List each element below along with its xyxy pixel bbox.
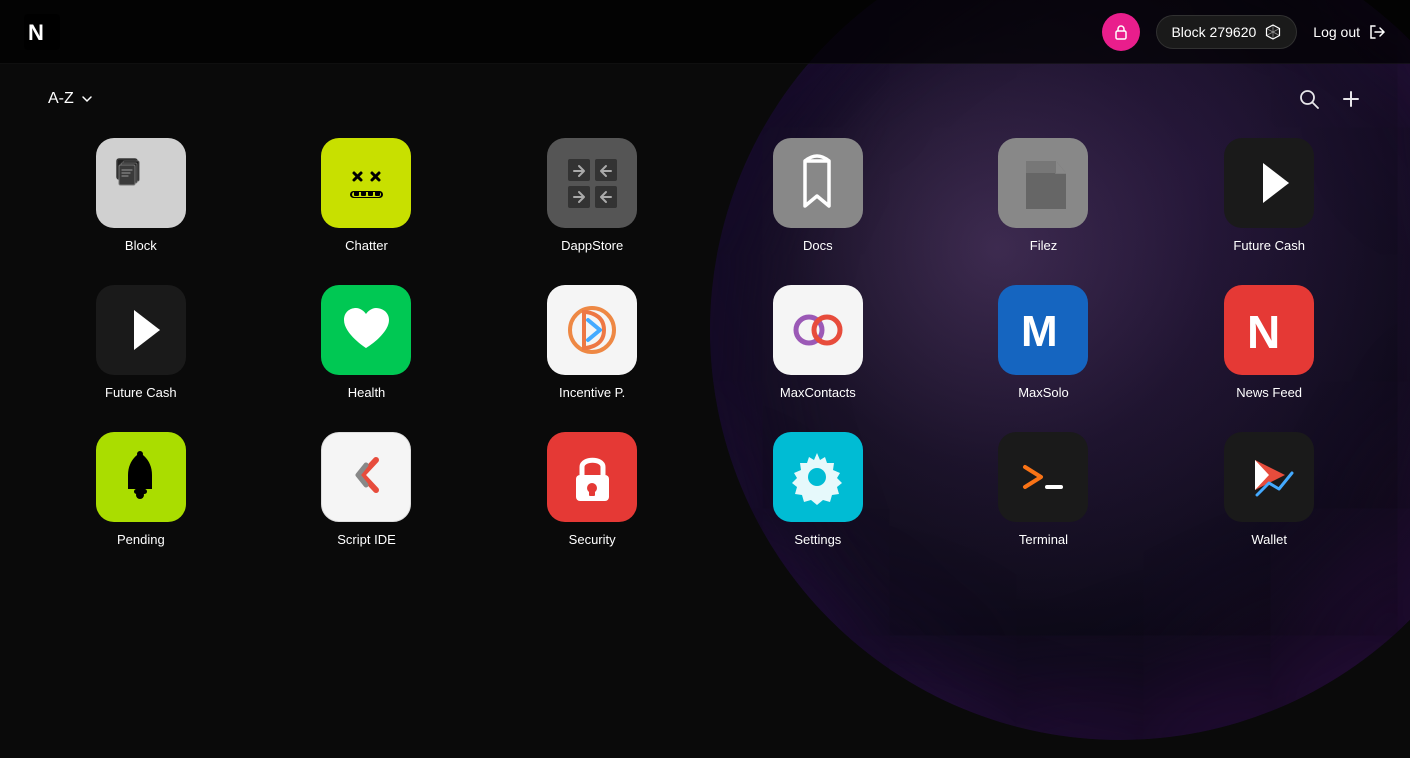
- app-label-futurecash2: Future Cash: [105, 385, 177, 400]
- app-item-terminal[interactable]: Terminal: [951, 432, 1137, 547]
- lock-icon: [1113, 24, 1129, 40]
- navbar: N Block 279620 Log out: [0, 0, 1410, 64]
- app-item-futurecash2[interactable]: Future Cash: [48, 285, 234, 400]
- app-label-pending: Pending: [117, 532, 165, 547]
- search-icon: [1298, 88, 1320, 110]
- app-item-futurecash1[interactable]: Future Cash: [1176, 138, 1362, 253]
- app-item-dappstore[interactable]: DappStore: [499, 138, 685, 253]
- app-label-docs: Docs: [803, 238, 833, 253]
- app-label-block: Block: [125, 238, 157, 253]
- app-icon-pending: [96, 432, 186, 522]
- add-button[interactable]: [1340, 88, 1362, 110]
- app-item-pending[interactable]: Pending: [48, 432, 234, 547]
- app-label-chatter: Chatter: [345, 238, 388, 253]
- app-label-incentive: Incentive P.: [559, 385, 625, 400]
- logout-icon: [1368, 23, 1386, 41]
- app-icon-futurecash2: [96, 285, 186, 375]
- app-label-settings: Settings: [794, 532, 841, 547]
- main-content: A-Z: [0, 64, 1410, 571]
- app-item-newsfeed[interactable]: N News Feed: [1176, 285, 1362, 400]
- app-icon-chatter: [321, 138, 411, 228]
- app-item-maxcontacts[interactable]: MaxContacts: [725, 285, 911, 400]
- svg-text:N: N: [1247, 306, 1278, 358]
- app-item-settings[interactable]: Settings: [725, 432, 911, 547]
- app-item-chatter[interactable]: Chatter: [274, 138, 460, 253]
- app-icon-health: [321, 285, 411, 375]
- app-icon-security: [547, 432, 637, 522]
- chevron-down-icon: [80, 92, 94, 106]
- app-item-docs[interactable]: Docs: [725, 138, 911, 253]
- app-item-security[interactable]: Security: [499, 432, 685, 547]
- app-label-filez: Filez: [1030, 238, 1057, 253]
- block-button[interactable]: Block 279620: [1156, 15, 1297, 49]
- app-icon-incentive: [547, 285, 637, 375]
- app-label-maxsolo: MaxSolo: [1018, 385, 1069, 400]
- app-icon-futurecash1: [1224, 138, 1314, 228]
- sort-label: A-Z: [48, 90, 74, 108]
- app-icon-dappstore: [547, 138, 637, 228]
- svg-text:M: M: [1021, 307, 1056, 356]
- app-item-maxsolo[interactable]: M MaxSolo: [951, 285, 1137, 400]
- svg-text:N: N: [28, 20, 44, 45]
- lock-button[interactable]: [1102, 13, 1140, 51]
- app-label-newsfeed: News Feed: [1236, 385, 1302, 400]
- app-item-health[interactable]: Health: [274, 285, 460, 400]
- app-item-scriptide[interactable]: Script IDE: [274, 432, 460, 547]
- app-label-health: Health: [348, 385, 386, 400]
- cube-icon: [1264, 23, 1282, 41]
- app-label-wallet: Wallet: [1251, 532, 1287, 547]
- app-grid: Block: [48, 138, 1362, 547]
- logout-button[interactable]: Log out: [1313, 23, 1386, 41]
- plus-icon: [1340, 88, 1362, 110]
- app-icon-settings: [773, 432, 863, 522]
- app-icon-terminal: [998, 432, 1088, 522]
- app-label-scriptide: Script IDE: [337, 532, 396, 547]
- app-icon-wallet: [1224, 432, 1314, 522]
- nav-right: Block 279620 Log out: [1102, 13, 1386, 51]
- app-icon-maxcontacts: [773, 285, 863, 375]
- app-icon-docs: [773, 138, 863, 228]
- app-icon-filez: [998, 138, 1088, 228]
- app-icon-scriptide: [321, 432, 411, 522]
- toolbar-actions: [1298, 88, 1362, 110]
- search-button[interactable]: [1298, 88, 1320, 110]
- app-item-block[interactable]: Block: [48, 138, 234, 253]
- app-label-maxcontacts: MaxContacts: [780, 385, 856, 400]
- block-label: Block 279620: [1171, 24, 1256, 40]
- sort-button[interactable]: A-Z: [48, 90, 94, 108]
- logout-label: Log out: [1313, 24, 1360, 40]
- app-icon-maxsolo: M: [998, 285, 1088, 375]
- nav-left: N: [24, 14, 60, 50]
- toolbar: A-Z: [48, 88, 1362, 110]
- app-item-wallet[interactable]: Wallet: [1176, 432, 1362, 547]
- app-icon-block: [96, 138, 186, 228]
- app-item-incentive[interactable]: Incentive P.: [499, 285, 685, 400]
- app-logo: N: [24, 14, 60, 50]
- app-item-filez[interactable]: Filez: [951, 138, 1137, 253]
- app-label-terminal: Terminal: [1019, 532, 1068, 547]
- app-label-futurecash1: Future Cash: [1233, 238, 1305, 253]
- app-label-dappstore: DappStore: [561, 238, 623, 253]
- app-icon-newsfeed: N: [1224, 285, 1314, 375]
- app-label-security: Security: [569, 532, 616, 547]
